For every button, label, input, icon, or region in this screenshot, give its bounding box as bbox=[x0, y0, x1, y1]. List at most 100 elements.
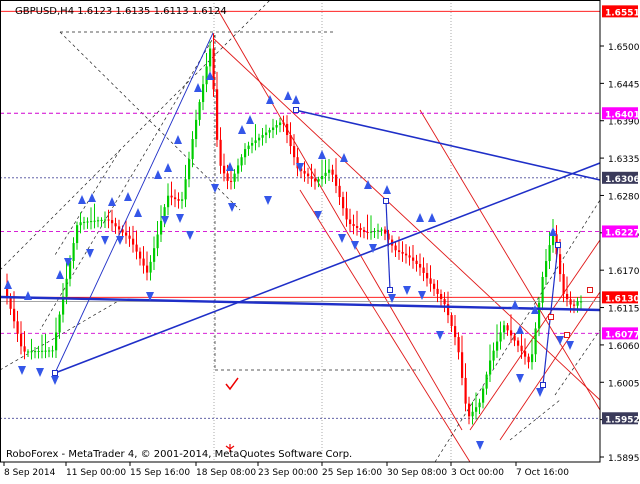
candle-body bbox=[534, 328, 537, 355]
candle-body bbox=[538, 302, 541, 329]
candle-body bbox=[324, 172, 327, 176]
candle-body bbox=[212, 48, 215, 90]
candle-body bbox=[170, 195, 173, 198]
level-label: 1.6077 bbox=[605, 330, 640, 340]
candle-body bbox=[142, 258, 145, 266]
candle-body bbox=[27, 351, 30, 353]
candle-body bbox=[471, 411, 474, 417]
candle-body bbox=[520, 345, 523, 352]
candle-body bbox=[233, 173, 236, 182]
candle-body bbox=[125, 232, 128, 236]
x-tick-label: 3 Oct 00:00 bbox=[451, 468, 504, 478]
candle-body bbox=[345, 208, 348, 220]
level-label: 1.6551 bbox=[605, 8, 640, 18]
x-tick-label: 15 Sep 16:00 bbox=[130, 468, 190, 478]
candle-body bbox=[310, 176, 313, 179]
candle-body bbox=[226, 173, 229, 181]
candle-body bbox=[254, 140, 257, 143]
y-tick-label: 1.6445 bbox=[608, 80, 640, 90]
candle-body bbox=[268, 130, 271, 133]
candle-body bbox=[265, 132, 268, 136]
candle-body bbox=[356, 226, 359, 229]
candle-body bbox=[506, 325, 509, 331]
candle-body bbox=[132, 238, 135, 245]
candle-body bbox=[20, 333, 23, 347]
candle-body bbox=[541, 276, 544, 303]
candle-body bbox=[48, 350, 51, 352]
candle-body bbox=[475, 407, 478, 412]
candle-body bbox=[405, 253, 408, 256]
candle-body bbox=[380, 229, 383, 231]
candle-body bbox=[205, 66, 208, 85]
level-label: 1.6306 bbox=[605, 175, 640, 185]
candle-body bbox=[160, 220, 163, 235]
candle-body bbox=[461, 352, 464, 378]
candle-body bbox=[349, 219, 352, 225]
candle-body bbox=[450, 315, 453, 327]
candle-body bbox=[184, 179, 187, 200]
y-axis: 1.65001.64451.63901.63351.62801.62251.61… bbox=[600, 43, 640, 464]
candle-body bbox=[303, 170, 306, 174]
candle-body bbox=[569, 299, 572, 305]
candle-body bbox=[338, 185, 341, 198]
candle-body bbox=[65, 278, 68, 297]
candle-body bbox=[331, 169, 334, 175]
candle-body bbox=[79, 222, 82, 226]
candle-body bbox=[261, 135, 264, 138]
candle-body bbox=[279, 122, 282, 126]
candle-body bbox=[181, 199, 184, 201]
candle-body bbox=[111, 220, 114, 224]
candle-body bbox=[573, 304, 576, 306]
candle-body bbox=[464, 377, 467, 404]
candle-body bbox=[454, 326, 457, 338]
candle-body bbox=[237, 165, 240, 174]
candle-body bbox=[188, 159, 191, 180]
x-axis: 8 Sep 2014 11 Sep 00:00 15 Sep 16:00 18 Sep… bbox=[3, 462, 569, 478]
candle-body bbox=[576, 301, 579, 306]
candle-body bbox=[510, 330, 513, 336]
candle-body bbox=[100, 219, 103, 221]
candle-body bbox=[496, 341, 499, 351]
candle-body bbox=[436, 288, 439, 294]
candle-body bbox=[135, 244, 138, 252]
candle-body bbox=[531, 354, 534, 363]
candle-body bbox=[219, 139, 222, 166]
footer-copyright: RoboForex - MetaTrader 4, © 2001-2014, M… bbox=[6, 449, 352, 460]
candle-body bbox=[37, 350, 40, 352]
candle-body bbox=[90, 221, 93, 223]
candle-body bbox=[202, 84, 205, 103]
candle-body bbox=[429, 278, 432, 284]
candle-body bbox=[55, 332, 58, 351]
candle-body bbox=[443, 299, 446, 305]
candle-body bbox=[545, 261, 548, 277]
candle-body bbox=[468, 403, 471, 417]
candle-body bbox=[34, 351, 37, 353]
candle-body bbox=[177, 199, 180, 201]
level-label: 1.5952 bbox=[605, 415, 640, 425]
candle-body bbox=[13, 308, 16, 322]
candle-body bbox=[440, 293, 443, 300]
trend-anchor bbox=[293, 107, 299, 113]
candle-body bbox=[363, 229, 366, 232]
candle-body bbox=[72, 243, 75, 261]
candle-body bbox=[489, 360, 492, 375]
candle-body bbox=[244, 149, 247, 158]
candle-body bbox=[559, 254, 562, 275]
candle-body bbox=[198, 102, 201, 120]
candle-body bbox=[433, 283, 436, 289]
candle-body bbox=[16, 321, 19, 334]
candle-body bbox=[492, 350, 495, 361]
candle-body bbox=[394, 245, 397, 251]
candle-body bbox=[83, 221, 86, 223]
x-tick-label: 30 Sep 08:00 bbox=[387, 468, 447, 478]
candle-body bbox=[419, 264, 422, 268]
candle-body bbox=[23, 346, 26, 352]
candle-body bbox=[412, 257, 415, 261]
candle-body bbox=[153, 248, 156, 262]
y-tick-label: 1.6115 bbox=[608, 305, 640, 315]
candle-body bbox=[377, 230, 380, 232]
candle-body bbox=[128, 235, 131, 239]
candle-body bbox=[156, 234, 159, 249]
trend-anchor bbox=[555, 242, 561, 248]
candle-body bbox=[293, 146, 296, 158]
